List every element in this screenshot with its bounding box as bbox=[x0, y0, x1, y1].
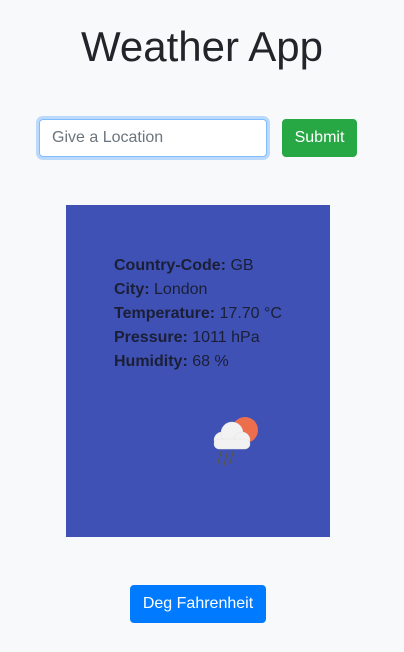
weather-info-list: Country-Code: GB City: London Temperatur… bbox=[114, 254, 282, 374]
country-code-row: Country-Code: GB bbox=[114, 254, 282, 278]
cloud-sun-rain-icon bbox=[204, 409, 262, 467]
temperature-label: Temperature: bbox=[114, 305, 216, 322]
city-row: City: London bbox=[114, 278, 282, 302]
fahrenheit-toggle-button[interactable]: Deg Fahrenheit bbox=[130, 585, 266, 623]
submit-button[interactable]: Submit bbox=[282, 119, 357, 157]
pressure-row: Pressure: 1011 hPa bbox=[114, 326, 282, 350]
app-title: Weather App bbox=[80, 23, 324, 70]
temperature-row: Temperature: 17.70 °C bbox=[114, 302, 282, 326]
temperature-value: 17.70 °C bbox=[219, 305, 282, 322]
country-code-label: Country-Code: bbox=[114, 257, 226, 274]
pressure-value: 1011 hPa bbox=[192, 329, 260, 346]
humidity-value: 68 % bbox=[192, 353, 229, 370]
city-value: London bbox=[154, 281, 208, 298]
humidity-row: Humidity: 68 % bbox=[114, 350, 282, 374]
humidity-label: Humidity: bbox=[114, 353, 188, 370]
weather-card: Country-Code: GB City: London Temperatur… bbox=[66, 205, 330, 537]
pressure-label: Pressure: bbox=[114, 329, 188, 346]
country-code-value: GB bbox=[230, 257, 254, 274]
city-label: City: bbox=[114, 281, 150, 298]
search-row: Submit bbox=[39, 119, 357, 157]
location-input[interactable] bbox=[39, 119, 267, 157]
